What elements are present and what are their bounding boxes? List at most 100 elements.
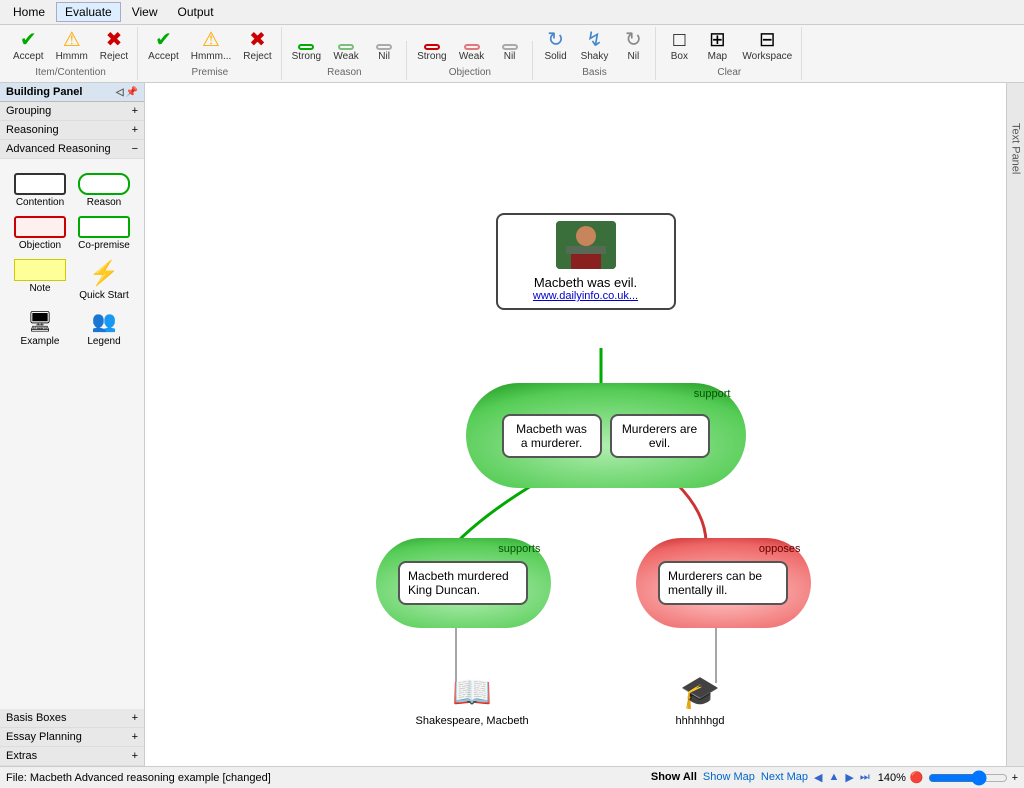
clear-workspace-button[interactable]: ⊟ Workspace [737, 27, 797, 65]
basis-shaky-icon: ↯ [586, 30, 603, 50]
opposes-node[interactable]: Murderers can be mentally ill. [658, 561, 788, 605]
legend-node-item[interactable]: 👥 Legend [76, 309, 132, 347]
contention-box-icon [14, 173, 66, 195]
hmmm-button[interactable]: ⚠ Hmmm [51, 27, 93, 65]
reason2-node[interactable]: Murderers are evil. [610, 414, 710, 458]
copremise-node-label: Co-premise [78, 240, 130, 251]
toolbar-group-label-basis: Basis [538, 65, 652, 80]
reason1-text: Macbeth was a murderer. [516, 422, 587, 450]
accept-button[interactable]: ✔ Accept [8, 27, 49, 65]
toolbar-group-clear: □ Box ⊞ Map ⊟ Workspace Clear [657, 27, 802, 80]
toolbar-group-label-clear: Clear [661, 65, 797, 80]
example-node-item[interactable]: 🖥 Example [12, 309, 68, 347]
source1-node[interactable]: 📖 Shakespeare, Macbeth [416, 673, 529, 727]
objection-weak-label: Weak [459, 51, 484, 62]
section-extras-expand-icon: + [132, 750, 138, 762]
node-type-grid: Contention Reason Objection Co-premise N… [6, 167, 138, 353]
objection-weak-icon [464, 44, 480, 50]
toolbar-group-label-premise: Premise [143, 65, 276, 80]
menu-view[interactable]: View [123, 2, 167, 22]
contention-link[interactable]: www.dailyinfo.co.uk... [506, 290, 666, 302]
objection-nil-button[interactable]: Nil [492, 41, 528, 65]
objection-box-icon [14, 216, 66, 238]
section-advanced-reasoning[interactable]: Advanced Reasoning − [0, 140, 144, 159]
clear-map-label: Map [708, 51, 727, 62]
zoom-slider[interactable] [928, 770, 1008, 786]
basis-nil-button[interactable]: ↻ Nil [615, 27, 651, 65]
clear-box-button[interactable]: □ Box [661, 27, 697, 65]
clear-map-button[interactable]: ⊞ Map [699, 27, 735, 65]
quickstart-icon: ⚡ [89, 259, 119, 288]
section-reasoning-expand-icon: + [132, 124, 138, 136]
section-reasoning[interactable]: Reasoning + [0, 121, 144, 140]
supports-node[interactable]: Macbeth murdered King Duncan. [398, 561, 528, 605]
reason1-node[interactable]: Macbeth was a murderer. [502, 414, 602, 458]
premise-hmmm-button[interactable]: ⚠ Hmmm... [186, 27, 237, 65]
quickstart-node-item[interactable]: ⚡ Quick Start [76, 259, 132, 301]
reason-weak-button[interactable]: Weak [328, 41, 364, 65]
show-all-link[interactable]: Show All [651, 771, 697, 784]
toolbar: ✔ Accept ⚠ Hmmm ✖ Reject Item/Contention… [0, 25, 1024, 83]
book-icon: 📖 [452, 673, 492, 711]
panel-header-icons: ◁ 📌 [116, 87, 138, 98]
support-group: support Macbeth was a murderer. Murderer… [466, 383, 746, 488]
objection-node-item[interactable]: Objection [12, 216, 68, 251]
note-box-icon [14, 259, 66, 281]
reject-icon: ✖ [106, 30, 123, 50]
menu-evaluate[interactable]: Evaluate [56, 2, 121, 22]
clear-workspace-label: Workspace [742, 51, 792, 62]
nav-up-icon[interactable]: ▲ [828, 771, 839, 784]
show-map-link[interactable]: Show Map [703, 771, 755, 784]
nav-last-icon[interactable]: ⏭ [860, 771, 870, 784]
section-extras[interactable]: Extras + [0, 747, 144, 766]
canvas-area[interactable]: Macbeth was evil. www.dailyinfo.co.uk...… [145, 83, 1006, 766]
toolbar-group-reason: Strong Weak Nil Reason [283, 41, 407, 80]
basis-solid-button[interactable]: ↻ Solid [538, 27, 574, 65]
copremise-node-item[interactable]: Co-premise [76, 216, 132, 251]
menu-home[interactable]: Home [4, 2, 54, 22]
objection-weak-button[interactable]: Weak [454, 41, 490, 65]
nav-next-icon[interactable]: ▶ [845, 771, 853, 784]
nav-prev-icon[interactable]: ◀ [814, 771, 822, 784]
right-panel[interactable]: Text Panel [1006, 83, 1024, 766]
toolbar-group-objection: Strong Weak Nil Objection [408, 41, 532, 80]
reason-node-item[interactable]: Reason [76, 173, 132, 208]
reason-strong-button[interactable]: Strong [287, 41, 326, 65]
zoom-decrease-icon[interactable]: 🔴 [910, 771, 924, 784]
building-panel-title: Building Panel [6, 86, 82, 98]
contention-node[interactable]: Macbeth was evil. www.dailyinfo.co.uk... [496, 213, 676, 310]
zoom-increase-icon[interactable]: + [1012, 772, 1018, 784]
note-node-item[interactable]: Note [12, 259, 68, 301]
graduate-icon: 🎓 [680, 673, 720, 711]
section-essay-planning[interactable]: Essay Planning + [0, 728, 144, 747]
premise-accept-button[interactable]: ✔ Accept [143, 27, 184, 65]
objection-strong-button[interactable]: Strong [412, 41, 451, 65]
section-reasoning-label: Reasoning [6, 124, 59, 136]
toolbar-group-basis: ↻ Solid ↯ Shaky ↻ Nil Basis [534, 27, 657, 80]
objection-strong-label: Strong [417, 51, 446, 62]
clear-box-label: Box [671, 51, 688, 62]
diagram: Macbeth was evil. www.dailyinfo.co.uk...… [146, 83, 1006, 766]
section-advanced-reasoning-collapse-icon: − [132, 143, 138, 155]
reject-button[interactable]: ✖ Reject [95, 27, 133, 65]
reason-strong-label: Strong [292, 51, 321, 62]
source2-node[interactable]: 🎓 hhhhhhgd [676, 673, 725, 727]
reason-nil-button[interactable]: Nil [366, 41, 402, 65]
menu-output[interactable]: Output [169, 2, 223, 22]
text-panel-label[interactable]: Text Panel [1010, 123, 1022, 174]
opposes-node-text: Murderers can be mentally ill. [668, 569, 762, 597]
panel-pin-icon[interactable]: 📌 [126, 87, 138, 98]
premise-reject-button[interactable]: ✖ Reject [238, 27, 276, 65]
basis-shaky-label: Shaky [581, 51, 609, 62]
basis-shaky-button[interactable]: ↯ Shaky [576, 27, 614, 65]
supports-group-label: supports [498, 543, 540, 555]
opposes-group: opposes Murderers can be mentally ill. [636, 538, 811, 628]
section-grouping[interactable]: Grouping + [0, 102, 144, 121]
support-group-label: support [694, 388, 731, 400]
panel-collapse-icon[interactable]: ◁ [116, 87, 124, 98]
note-node-label: Note [29, 283, 50, 294]
contention-node-item[interactable]: Contention [12, 173, 68, 208]
section-basis-boxes[interactable]: Basis Boxes + [0, 709, 144, 728]
reason-box-icon [78, 173, 130, 195]
next-map-link[interactable]: Next Map [761, 771, 808, 784]
